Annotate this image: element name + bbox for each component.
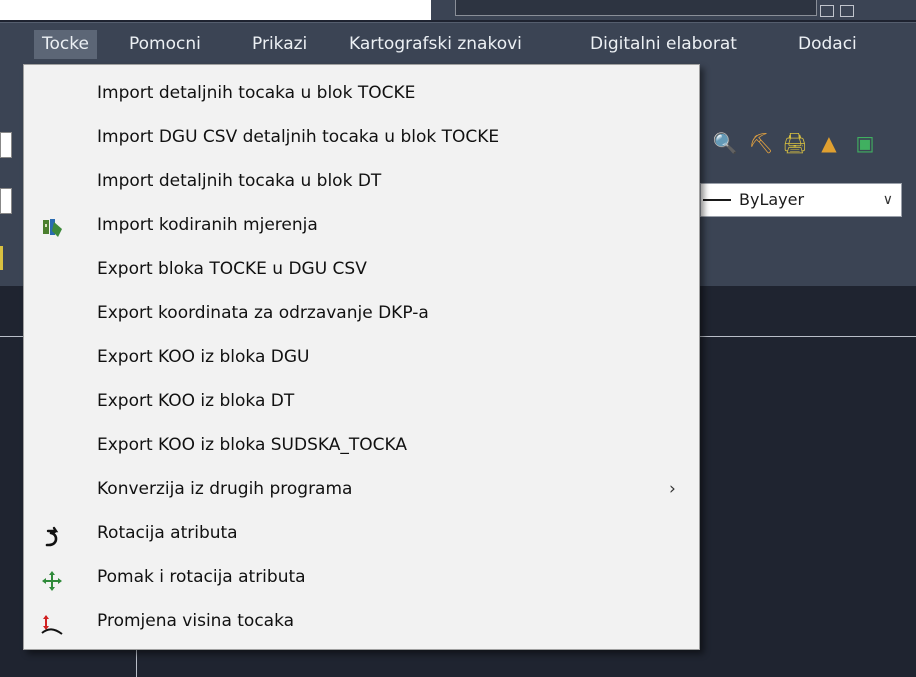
survey-instrument-icon [40, 214, 64, 238]
rotate-icon [40, 522, 64, 547]
menu-item-label: Export koordinata za odrzavanje DKP-a [97, 303, 429, 323]
menu-item-label: Export KOO iz bloka SUDSKA_TOCKA [97, 435, 407, 455]
chevron-down-icon: ∨ [882, 192, 893, 208]
menu-item-export-koo-dt[interactable]: Export KOO iz bloka DT [24, 379, 699, 423]
menu-item-export-koo-sudska[interactable]: Export KOO iz bloka SUDSKA_TOCKA [24, 423, 699, 467]
menu-item-label: Import detaljnih tocaka u blok DT [97, 171, 382, 191]
menu-item-export-koo-dgu[interactable]: Export KOO iz bloka DGU [24, 335, 699, 379]
menu-item-import-kodiranih[interactable]: Import kodiranih mjerenja [24, 203, 699, 247]
menu-item-label: Import kodiranih mjerenja [97, 215, 318, 235]
menu-item-label: Promjena visina tocaka [97, 611, 295, 631]
toolbar-edge [0, 132, 12, 158]
menu-item-promjena-visina[interactable]: Promjena visina tocaka [24, 599, 699, 643]
menu-item-label: Pomak i rotacija atributa [97, 567, 306, 587]
menu-item-export-dkp[interactable]: Export koordinata za odrzavanje DKP-a [24, 291, 699, 335]
menu-item-label: Import DGU CSV detaljnih tocaka u blok T… [97, 127, 500, 147]
menu-pomocni[interactable]: Pomocni [121, 30, 209, 59]
menu-item-label: Rotacija atributa [97, 523, 238, 543]
menu-item-label: Export bloka TOCKE u DGU CSV [97, 259, 367, 279]
menu-item-label: Export KOO iz bloka DT [97, 391, 295, 411]
menu-item-label: Konverzija iz drugih programa [97, 479, 353, 499]
menu-dodaci[interactable]: Dodaci [790, 30, 865, 59]
move-rotate-icon [40, 566, 64, 591]
menu-item-pomak-rotacija[interactable]: Pomak i rotacija atributa [24, 555, 699, 599]
menubar: Tocke Pomocni Prikazi Kartografski znako… [0, 22, 916, 65]
search-box[interactable] [455, 0, 817, 16]
menu-tocke[interactable]: Tocke [34, 30, 97, 59]
menu-digitalni-elaborat[interactable]: Digitalni elaborat [582, 30, 745, 59]
menu-item-konverzija[interactable]: Konverzija iz drugih programa › [24, 467, 699, 511]
menu-item-import-dgu-csv[interactable]: Import DGU CSV detaljnih tocaka u blok T… [24, 115, 699, 159]
menu-item-import-dt[interactable]: Import detaljnih tocaka u blok DT [24, 159, 699, 203]
menu-item-label: Import detaljnih tocaka u blok TOCKE [97, 83, 416, 103]
chevron-right-icon: › [669, 479, 676, 499]
file-tab-edge[interactable] [0, 246, 11, 270]
title-area [431, 0, 916, 20]
window-buttons[interactable] [820, 2, 910, 17]
menu-item-label: Export KOO iz bloka DGU [97, 347, 310, 367]
menu-item-export-dgu-csv[interactable]: Export bloka TOCKE u DGU CSV [24, 247, 699, 291]
menu-item-rotacija[interactable]: Rotacija atributa [24, 511, 699, 555]
survey-icon[interactable]: ▲ [816, 130, 842, 156]
linetype-preview [703, 199, 731, 201]
menu-kartografski-znakovi[interactable]: Kartografski znakovi [341, 30, 530, 59]
export-icon[interactable]: ▣ [852, 130, 878, 156]
tocke-dropdown-menu: Import detaljnih tocaka u blok TOCKE Imp… [23, 64, 700, 650]
properties-edge [0, 188, 12, 214]
menu-item-import-tocke[interactable]: Import detaljnih tocaka u blok TOCKE [24, 71, 699, 115]
height-change-icon [40, 610, 64, 635]
linetype-select[interactable]: ByLayer ∨ [700, 183, 902, 217]
print-icon[interactable]: 🖨 [782, 130, 808, 156]
linetype-value: ByLayer [739, 190, 805, 209]
zoom-icon[interactable]: 🔍 [712, 130, 738, 156]
pick-icon[interactable]: ⛏ [748, 130, 774, 156]
menu-prikazi[interactable]: Prikazi [244, 30, 315, 59]
